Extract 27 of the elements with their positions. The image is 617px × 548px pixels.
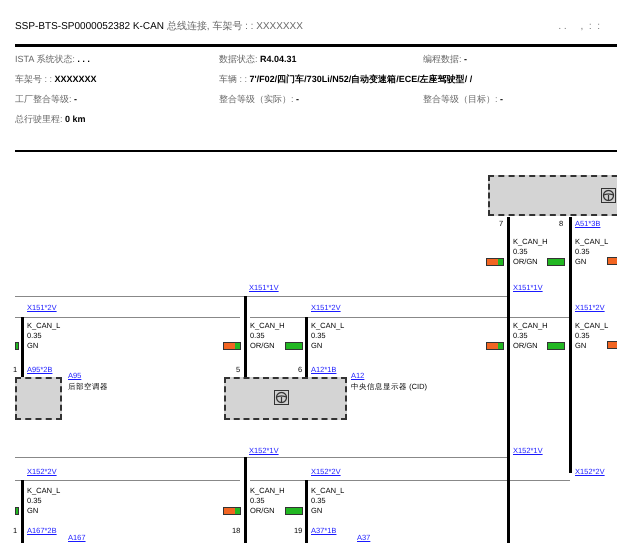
wire-line [305, 480, 308, 543]
steering-wheel-icon [274, 390, 289, 405]
steering-wheel-icon [601, 188, 616, 203]
wire-color-swatch [223, 507, 241, 515]
wire-color-swatch [547, 258, 565, 266]
wire-color-swatch [547, 342, 565, 350]
wire-color-swatch [223, 342, 241, 350]
wire-line [21, 317, 24, 377]
timestamp: . . , : : [558, 20, 601, 34]
wire-color-swatch [486, 258, 504, 266]
info-field: 整合等级（实际）: - [219, 93, 423, 106]
wire-color-swatch [285, 342, 303, 350]
info-field: 数据状态: R4.04.31 [219, 53, 423, 66]
info-field: 整合等级（目标）: - [423, 93, 602, 106]
info-field: 总行驶里程: 0 km [15, 113, 219, 126]
page-title: SSP-BTS-SP0000052382 K-CAN 总线连接, 车架号 : : XXXXXXX [15, 20, 303, 34]
wire-line [21, 480, 24, 543]
wire-color-swatch [15, 507, 19, 515]
wire-line [305, 317, 308, 377]
info-field: ISTA 系统状态: . . . [15, 53, 219, 66]
info-field: 编程数据: - [423, 53, 602, 66]
wire-color-swatch [285, 507, 303, 515]
info-field: 车辆 : : 7'/F02/四门车/730Li/N52/自动变速箱/ECE/左座驾驶型/ / [219, 73, 602, 86]
info-field: 车架号 : : XXXXXXX [15, 73, 219, 86]
info-field: 工厂整合等级: - [15, 93, 219, 106]
wire-color-swatch [15, 342, 19, 350]
wire-color-swatch [486, 342, 504, 350]
